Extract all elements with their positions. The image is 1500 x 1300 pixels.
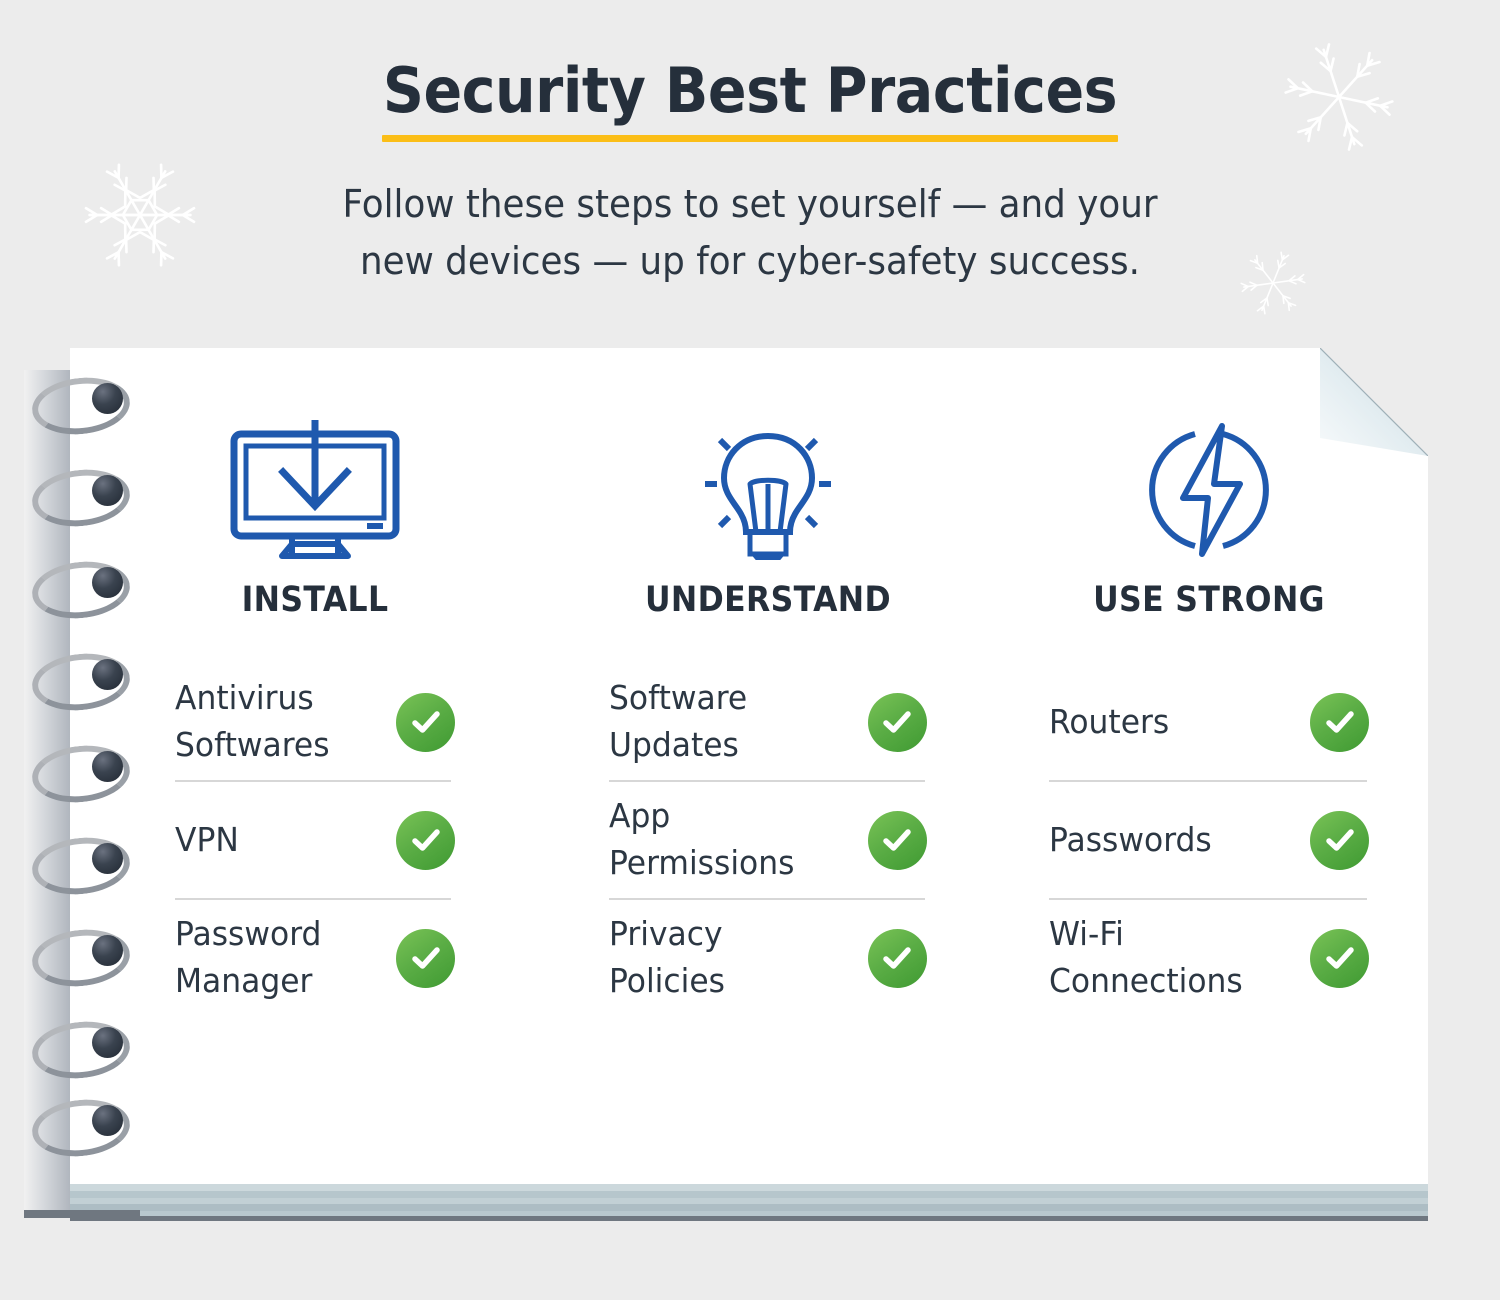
title-underline	[382, 135, 1118, 143]
column-title: UNDERSTAND	[644, 580, 891, 620]
column-understand: UNDERSTAND Software Updates App Permissio…	[523, 348, 976, 1184]
list-item[interactable]: Wi-Fi Connections	[1049, 900, 1370, 1016]
monitor-download-icon	[175, 420, 455, 560]
list-item-label: VPN	[175, 819, 239, 859]
practice-columns: INSTALL Antivirus Softwares VPN Password …	[70, 348, 1428, 1184]
lightbulb-icon	[704, 432, 831, 560]
page-title: Security Best Practices	[382, 54, 1118, 127]
list-item[interactable]: Passwords	[1049, 782, 1370, 898]
column-title: INSTALL	[241, 580, 389, 620]
check-icon	[396, 928, 455, 988]
column-title: USE STRONG	[1093, 580, 1326, 620]
column-use-strong: USE STRONG Routers Passwords Wi-Fi Connec…	[975, 348, 1428, 1184]
column-install: INSTALL Antivirus Softwares VPN Password …	[70, 348, 523, 1184]
checklist: Routers Passwords Wi-Fi Connections	[1049, 664, 1370, 1016]
infographic-canvas: Security Best Practices Follow these ste…	[0, 0, 1500, 1300]
page-layer	[70, 1184, 1428, 1191]
page-stack-edges	[70, 1184, 1428, 1221]
page-layer	[70, 1191, 1428, 1198]
page-subtitle: Follow these steps to set yourself — and…	[342, 182, 1158, 284]
list-item-label: App Permissions	[608, 796, 795, 882]
list-item-label: Passwords	[1049, 819, 1213, 859]
notebook-spine-cap	[24, 1210, 140, 1218]
lightbulb-icon	[609, 420, 927, 560]
check-icon	[396, 692, 455, 752]
checklist: Antivirus Softwares VPN Password Manager	[175, 664, 455, 1016]
lightning-bolt-circle-icon	[1149, 423, 1270, 557]
list-item[interactable]: App Permissions	[609, 782, 927, 898]
notebook-card: INSTALL Antivirus Softwares VPN Password …	[24, 347, 1429, 1221]
check-icon	[1310, 928, 1370, 988]
monitor-download-icon	[230, 420, 400, 559]
list-item-label: Routers	[1049, 701, 1170, 741]
list-item[interactable]: VPN	[175, 782, 455, 898]
list-item-label: Wi-Fi Connections	[1049, 914, 1244, 1000]
page-layer	[70, 1216, 1428, 1221]
check-icon	[1310, 692, 1370, 752]
checklist: Software Updates App Permissions Privacy…	[608, 664, 927, 1016]
list-item[interactable]: Password Manager	[175, 900, 455, 1016]
header: Security Best Practices Follow these ste…	[0, 0, 1500, 290]
page-layer	[70, 1204, 1428, 1211]
list-item-label: Password Manager	[175, 914, 322, 1000]
check-icon	[396, 810, 455, 870]
list-item-label: Privacy Policies	[608, 914, 725, 1000]
list-item[interactable]: Routers	[1049, 664, 1370, 780]
list-item[interactable]: Software Updates	[609, 664, 927, 780]
check-icon	[867, 810, 927, 870]
check-icon	[867, 928, 927, 988]
list-item-label: Antivirus Softwares	[175, 678, 330, 764]
lightning-bolt-circle-icon	[1049, 420, 1369, 560]
list-item-label: Software Updates	[608, 678, 747, 764]
check-icon	[1310, 810, 1370, 870]
list-item[interactable]: Privacy Policies	[609, 900, 927, 1016]
check-icon	[867, 692, 927, 752]
list-item[interactable]: Antivirus Softwares	[175, 664, 455, 780]
